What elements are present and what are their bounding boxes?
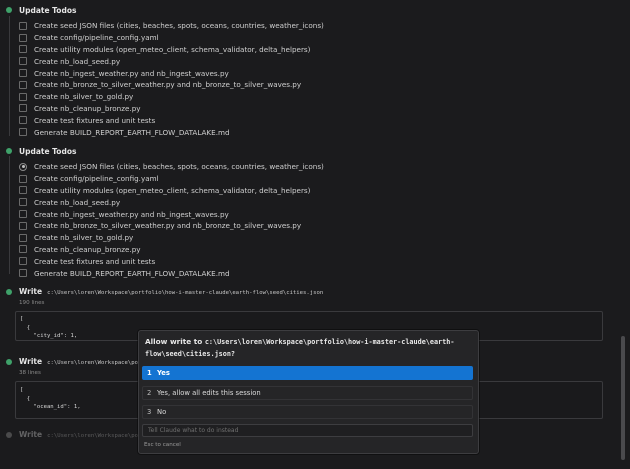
todo-item: Create config/pipeline_config.yaml [19,173,324,185]
instruction-input[interactable] [143,426,470,435]
todo-item: Generate BUILD_REPORT_EARTH_FLOW_DATALAK… [19,126,324,138]
checkbox-icon [19,198,27,207]
todo-item: Create utility modules (open_meteo_clien… [19,44,324,56]
todo-item-in-progress: Create seed JSON files (cities, beaches,… [19,161,324,173]
status-dot [6,7,12,13]
checkbox-icon [19,257,27,266]
permission-dialog: Allow write to c:\Users\loren\Workspace\… [138,330,479,454]
checkbox-icon [19,116,27,125]
todo-item: Create nb_cleanup_bronze.py [19,103,324,115]
checkbox-icon [19,92,27,101]
todo-block: Update Todos Create seed JSON files (cit… [19,145,324,279]
todo-item: Generate BUILD_REPORT_EARTH_FLOW_DATALAK… [19,267,324,279]
option-no[interactable]: 3 No [142,405,473,419]
checkbox-icon [19,245,27,254]
checkbox-icon [19,80,27,89]
line-count: 190 lines [19,300,45,306]
write-label: Write [19,430,43,439]
todo-item: Create nb_ingest_weather.py and nb_inges… [19,208,324,220]
status-dot [6,432,12,438]
checkbox-icon [19,269,27,278]
write-header: Write c:\Users\loren\Workspace\portfolio… [19,287,323,299]
todo-item: Create nb_cleanup_bronze.py [19,244,324,256]
checkbox-icon [19,233,27,242]
todo-item: Create nb_silver_to_gold.py [19,91,324,103]
write-label: Write [19,287,43,296]
option-allow-all-edits[interactable]: 2 Yes, allow all edits this session [142,386,473,400]
todo-item: Create seed JSON files (cities, beaches,… [19,20,324,32]
checkbox-icon [19,45,27,54]
checkbox-icon [19,221,27,230]
status-dot [6,148,12,154]
timeline-rail [8,156,10,274]
timeline-rail [8,16,10,136]
instruction-field-wrapper [142,424,473,437]
write-label: Write [19,357,43,366]
checkbox-icon [19,210,27,219]
scrollbar[interactable] [621,336,625,460]
checkbox-icon [19,174,27,183]
dialog-title: Allow write to c:\Users\loren\Workspace\… [145,337,455,358]
todo-item: Create test fixtures and unit tests [19,255,324,267]
code-line: [ [20,316,24,322]
todo-item: Create nb_load_seed.py [19,196,324,208]
file-path: c:\Users\loren\Workspace\portfolio\how-i… [47,290,324,296]
todo-item: Create utility modules (open_meteo_clien… [19,185,324,197]
in-progress-icon [19,162,27,171]
status-dot [6,359,12,365]
write-block: Write c:\Users\loren\Workspace\portfolio… [19,287,323,308]
checkbox-icon [19,33,27,42]
checkbox-icon [19,57,27,66]
todo-item: Create nb_bronze_to_silver_weather.py an… [19,220,324,232]
todo-item: Create test fixtures and unit tests [19,114,324,126]
status-dot [6,289,12,295]
checkbox-icon [19,21,27,30]
todo-heading: Update Todos [19,6,77,15]
todo-item: Create nb_load_seed.py [19,55,324,67]
checkbox-icon [19,186,27,195]
checkbox-icon [19,128,27,137]
todo-heading: Update Todos [19,147,77,156]
todo-item: Create nb_bronze_to_silver_weather.py an… [19,79,324,91]
option-yes[interactable]: 1 Yes [142,366,473,380]
todo-block: Update Todos Create seed JSON files (cit… [19,4,324,138]
todo-item: Create nb_silver_to_gold.py [19,232,324,244]
todo-item: Create config/pipeline_config.yaml [19,32,324,44]
checkbox-icon [19,104,27,113]
todo-item: Create nb_ingest_weather.py and nb_inges… [19,67,324,79]
esc-hint: Esc to cancel [144,442,181,448]
checkbox-icon [19,69,27,78]
